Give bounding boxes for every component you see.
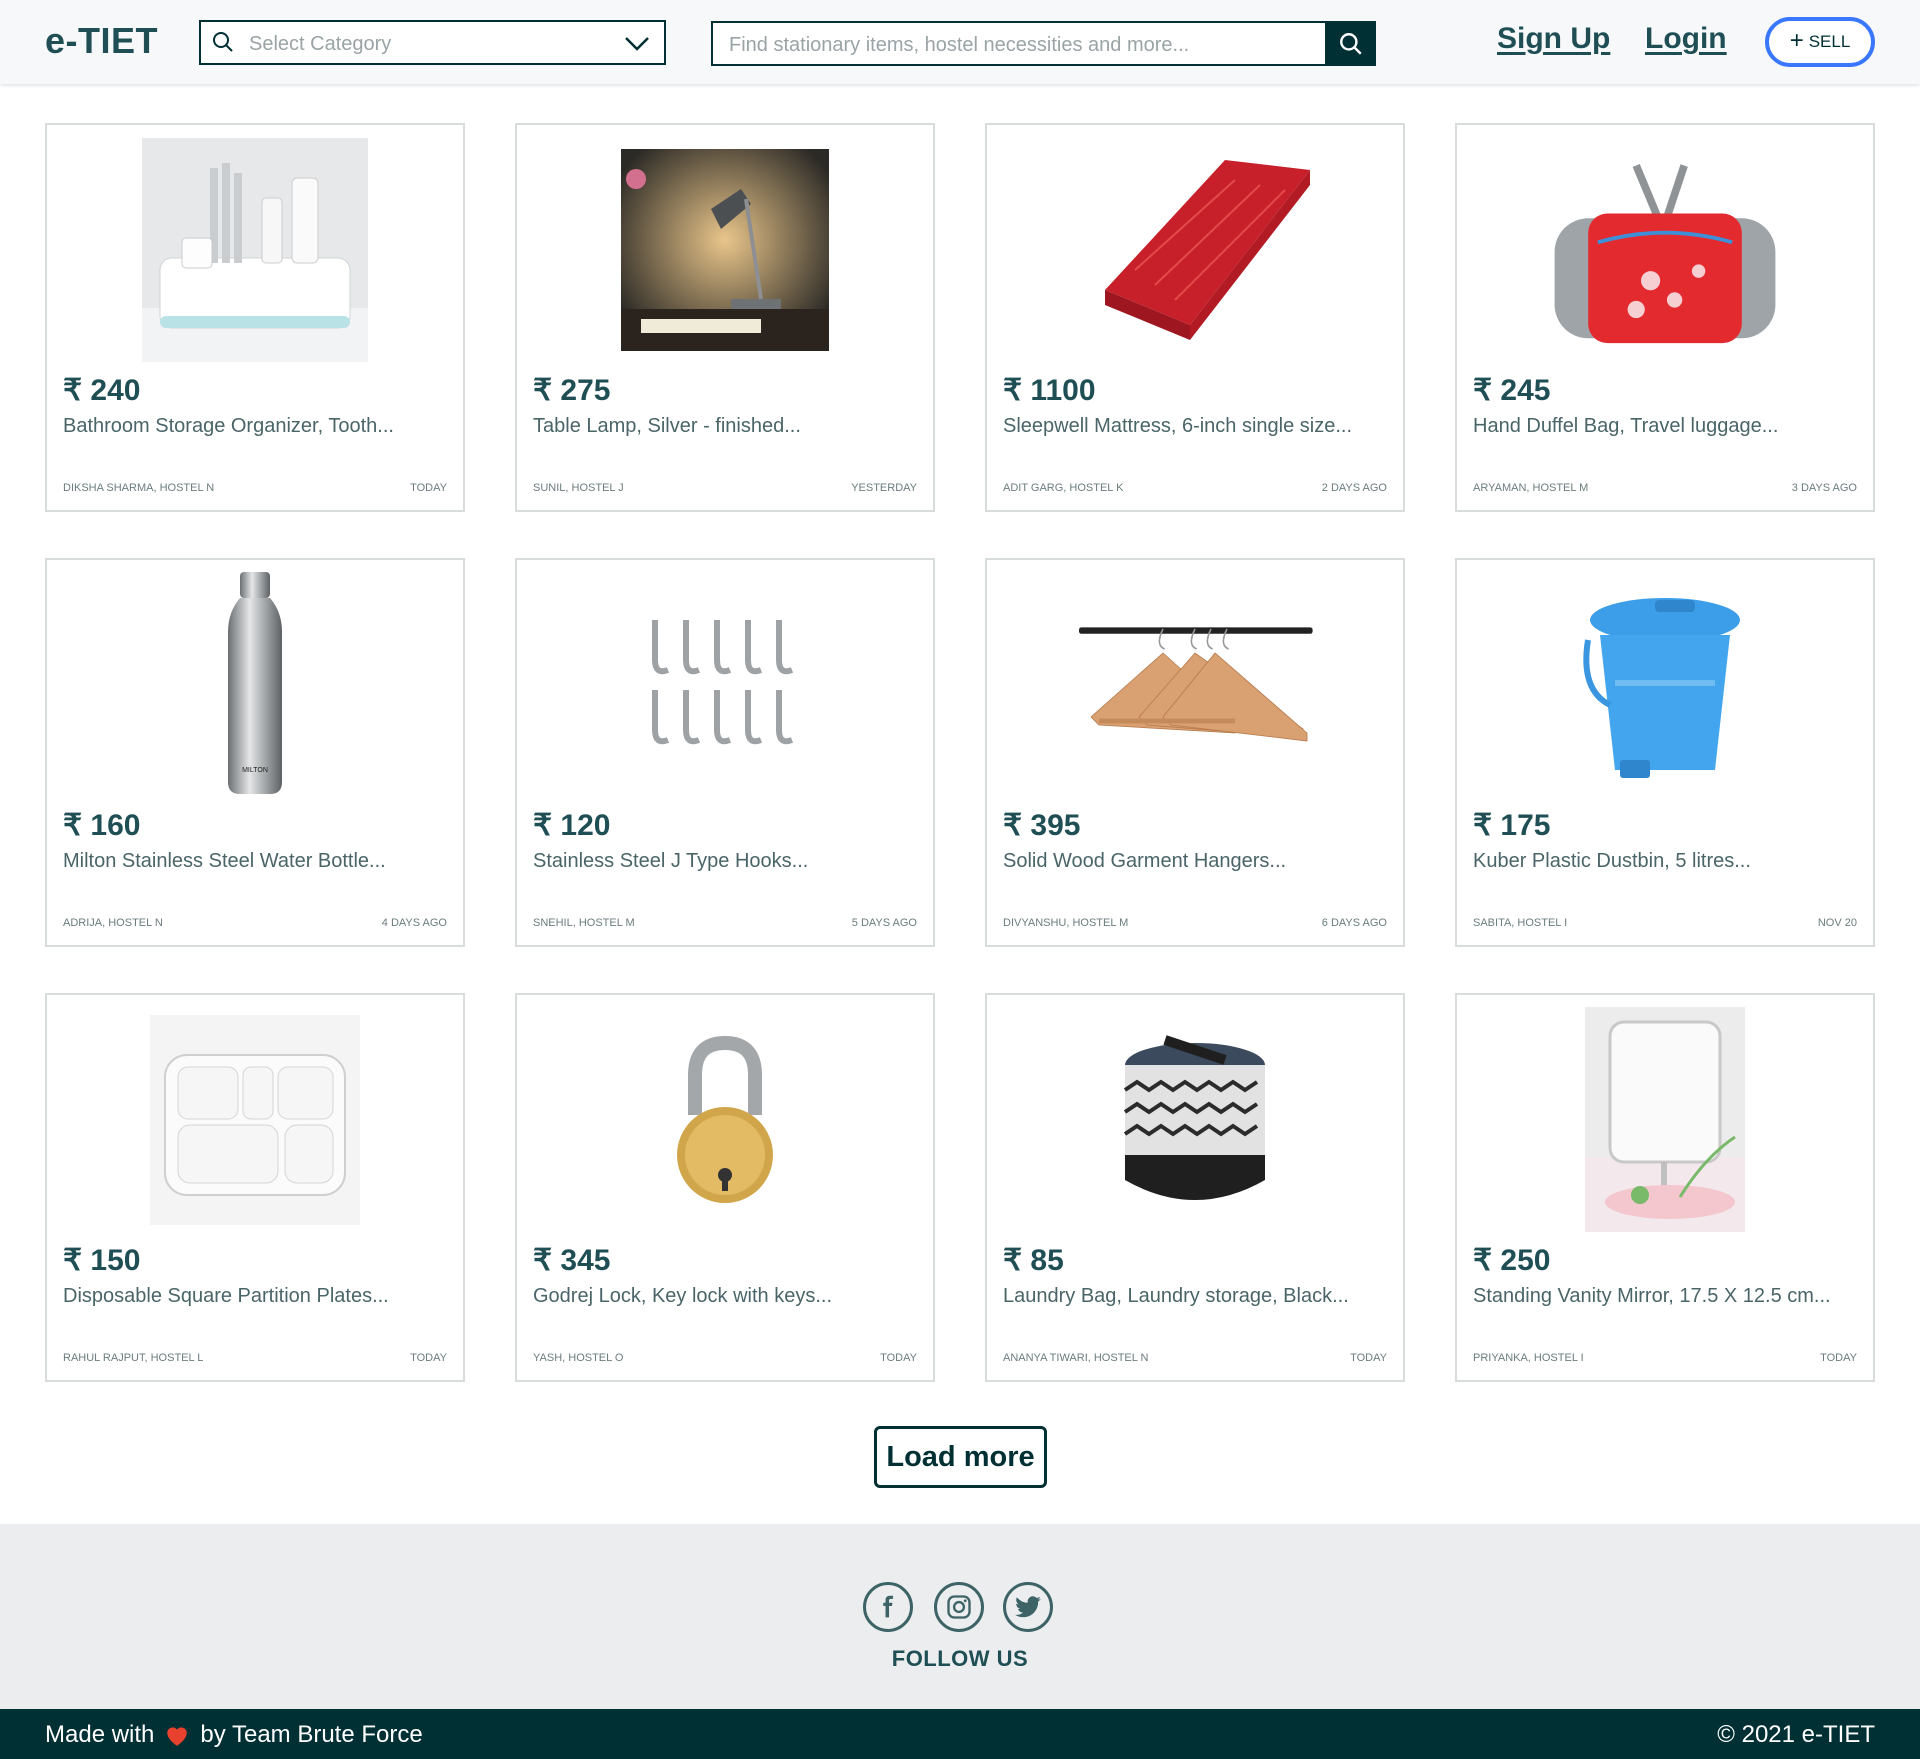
product-seller: ADRIJA, HOSTEL N [63, 917, 163, 929]
product-title[interactable]: Hand Duffel Bag, Travel luggage... [1473, 415, 1778, 438]
category-placeholder: Select Category [249, 33, 392, 55]
sell-label: SELL [1808, 32, 1851, 51]
product-card[interactable]: ₹ 120 Stainless Steel J Type Hooks... SNEH… [515, 558, 935, 947]
header: e-TIET Select Category Find stationary i… [0, 0, 1920, 84]
product-seller: ADIT GARG, HOSTEL K [1003, 482, 1124, 494]
product-price: ₹ 250 [1473, 1244, 1551, 1277]
product-price: ₹ 345 [533, 1244, 611, 1277]
search-button[interactable] [1325, 21, 1376, 66]
product-date: NOV 20 [1817, 917, 1857, 929]
product-date: 6 DAYS AGO [1321, 917, 1387, 929]
product-card[interactable]: ₹ 245 Hand Duffel Bag, Travel luggage... A… [1455, 123, 1875, 512]
product-date: TODAY [1350, 1352, 1387, 1364]
product-date: 5 DAYS AGO [851, 917, 917, 929]
product-title[interactable]: Solid Wood Garment Hangers... [1003, 850, 1286, 873]
product-date: TODAY [880, 1352, 917, 1364]
product-price: ₹ 120 [533, 809, 611, 842]
sell-button[interactable]: + SELL [1765, 17, 1875, 67]
chevron-down-icon [624, 32, 650, 59]
product-price: ₹ 175 [1473, 809, 1551, 842]
team-text: by Team Brute Force [200, 1721, 423, 1748]
product-title[interactable]: Stainless Steel J Type Hooks... [533, 850, 808, 873]
product-card[interactable]: MILTON ₹ 160 Milton Stainless Steel Water … [45, 558, 465, 947]
product-price: ₹ 395 [1003, 809, 1081, 842]
product-seller: PRIYANKA, HOSTEL I [1473, 1352, 1584, 1364]
copyright-text: © 2021 e-TIET [1717, 1721, 1875, 1748]
product-card[interactable]: ₹ 85 Laundry Bag, Laundry storage, Black.… [985, 993, 1405, 1382]
instagram-icon[interactable] [934, 1582, 984, 1632]
product-title[interactable]: Laundry Bag, Laundry storage, Black... [1003, 1285, 1349, 1308]
product-date: TODAY [410, 482, 447, 494]
hooks-image[interactable] [605, 572, 845, 797]
product-card[interactable]: ₹ 150 Disposable Square Partition Plates.… [45, 993, 465, 1382]
category-select[interactable]: Select Category [199, 20, 666, 65]
heart-icon [164, 1723, 190, 1747]
duffel-bag-image[interactable] [1545, 137, 1785, 362]
lamp-image[interactable] [605, 137, 845, 362]
mattress-image[interactable] [1075, 137, 1315, 362]
product-date: YESTERDAY [851, 482, 917, 494]
laundry-bag-image[interactable] [1075, 1007, 1315, 1232]
product-date: 3 DAYS AGO [1791, 482, 1857, 494]
product-price: ₹ 1100 [1003, 374, 1096, 407]
hangers-image[interactable] [1075, 572, 1315, 797]
product-date: TODAY [410, 1352, 447, 1364]
bottle-image[interactable]: MILTON [135, 572, 375, 797]
organizer-image[interactable] [135, 137, 375, 362]
follow-us-label: FOLLOW US [891, 1646, 1029, 1671]
product-title[interactable]: Disposable Square Partition Plates... [63, 1285, 389, 1308]
product-seller: DIKSHA SHARMA, HOSTEL N [63, 482, 215, 494]
product-title[interactable]: Table Lamp, Silver - finished... [533, 415, 801, 438]
product-seller: RAHUL RAJPUT, HOSTEL L [63, 1352, 204, 1364]
search-placeholder: Find stationary items, hostel necessitie… [729, 34, 1190, 56]
product-seller: SNEHIL, HOSTEL M [533, 917, 635, 929]
mirror-image[interactable] [1545, 1007, 1785, 1232]
product-card[interactable]: ₹ 395 Solid Wood Garment Hangers... DIVYAN… [985, 558, 1405, 947]
product-card[interactable]: ₹ 1100 Sleepwell Mattress, 6-inch single … [985, 123, 1405, 512]
product-card[interactable]: ₹ 240 Bathroom Storage Organizer, Tooth..… [45, 123, 465, 512]
search-input[interactable]: Find stationary items, hostel necessitie… [711, 21, 1376, 66]
product-seller: DIVYANSHU, HOSTEL M [1003, 917, 1129, 929]
product-price: ₹ 275 [533, 374, 611, 407]
search-icon [211, 30, 235, 59]
product-card[interactable]: ₹ 345 Godrej Lock, Key lock with keys... Y… [515, 993, 935, 1382]
made-with-text: Made with [45, 1721, 155, 1748]
padlock-image[interactable] [605, 1007, 845, 1232]
product-title[interactable]: Standing Vanity Mirror, 17.5 X 12.5 cm..… [1473, 1285, 1831, 1308]
login-link[interactable]: Login [1645, 22, 1727, 56]
product-seller: YASH, HOSTEL O [533, 1352, 624, 1364]
product-card[interactable]: ₹ 275 Table Lamp, Silver - finished... SUN… [515, 123, 935, 512]
product-title[interactable]: Bathroom Storage Organizer, Tooth... [63, 415, 394, 438]
search-icon [1339, 32, 1362, 55]
product-date: 4 DAYS AGO [381, 917, 447, 929]
plus-icon: + [1789, 26, 1804, 54]
product-card[interactable]: ₹ 250 Standing Vanity Mirror, 17.5 X 12.5… [1455, 993, 1875, 1382]
product-price: ₹ 160 [63, 809, 141, 842]
product-price: ₹ 245 [1473, 374, 1551, 407]
product-date: TODAY [1820, 1352, 1857, 1364]
dustbin-image[interactable] [1545, 572, 1785, 797]
footer: FOLLOW US [0, 1524, 1920, 1709]
product-seller: SABITA, HOSTEL I [1473, 917, 1568, 929]
logo[interactable]: e-TIET [45, 20, 158, 62]
plate-image[interactable] [135, 1007, 375, 1232]
signup-link[interactable]: Sign Up [1497, 22, 1610, 56]
facebook-icon[interactable] [863, 1582, 913, 1632]
product-seller: SUNIL, HOSTEL J [533, 482, 624, 494]
product-title[interactable]: Kuber Plastic Dustbin, 5 litres... [1473, 850, 1751, 873]
product-card[interactable]: ₹ 175 Kuber Plastic Dustbin, 5 litres... S… [1455, 558, 1875, 947]
product-price: ₹ 150 [63, 1244, 141, 1277]
product-title[interactable]: Sleepwell Mattress, 6-inch single size..… [1003, 415, 1352, 438]
bottom-bar: Made with by Team Brute Force © 2021 e-T… [0, 1709, 1920, 1759]
product-title[interactable]: Godrej Lock, Key lock with keys... [533, 1285, 832, 1308]
product-price: ₹ 85 [1003, 1244, 1064, 1277]
product-title[interactable]: Milton Stainless Steel Water Bottle... [63, 850, 386, 873]
product-seller: ARYAMAN, HOSTEL M [1473, 482, 1589, 494]
load-more-button[interactable]: Load more [874, 1426, 1047, 1488]
product-price: ₹ 240 [63, 374, 141, 407]
product-date: 2 DAYS AGO [1321, 482, 1387, 494]
twitter-icon[interactable] [1003, 1582, 1053, 1632]
svg-text:MILTON: MILTON [242, 767, 268, 774]
product-seller: ANANYA TIWARI, HOSTEL N [1003, 1352, 1149, 1364]
